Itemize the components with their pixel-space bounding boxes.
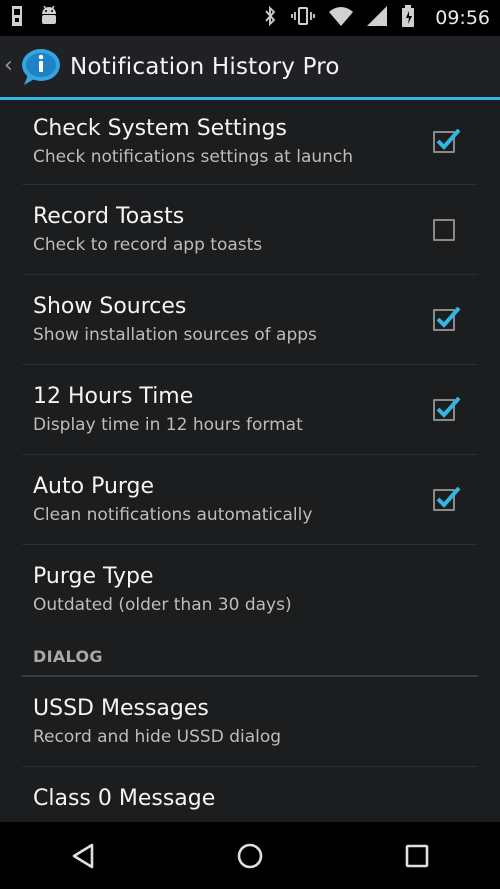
pref-summary: Check to record app toasts	[33, 234, 263, 255]
clock: 09:56	[435, 7, 490, 29]
pref-title: 12 Hours Time	[33, 383, 194, 409]
checkbox-checked[interactable]	[433, 396, 461, 421]
navigation-bar	[0, 822, 500, 889]
home-icon[interactable]	[220, 826, 280, 886]
pref-record-toasts[interactable]: Record Toasts Check to record app toasts	[22, 185, 478, 275]
pref-title: Purge Type	[33, 564, 154, 589]
pref-summary: Record and hide USSD dialog	[33, 726, 282, 747]
vibrate-icon	[291, 6, 316, 30]
signal-icon	[367, 6, 388, 30]
pref-summary: Show installation sources of apps	[33, 324, 317, 345]
page-title: Notification History Pro	[70, 53, 340, 80]
pref-summary: Outdated (older than 30 days)	[33, 595, 292, 615]
pref-summary: Display time in 12 hours format	[33, 414, 303, 435]
recents-icon[interactable]	[387, 826, 447, 886]
pref-check-system-settings[interactable]: Check System Settings Check notification…	[22, 100, 478, 185]
sd-card-icon	[10, 6, 24, 30]
bluetooth-icon	[263, 5, 277, 30]
pref-class-0-message[interactable]: Class 0 Message	[22, 767, 478, 822]
checkbox-unchecked[interactable]	[433, 218, 455, 241]
battery-icon	[401, 5, 415, 31]
preferences-list[interactable]: Check System Settings Check notification…	[0, 100, 500, 822]
pref-title: Class 0 Message	[33, 786, 216, 811]
pref-ussd-messages[interactable]: USSD Messages Record and hide USSD dialo…	[22, 677, 478, 767]
up-navigation-icon[interactable]: ‹	[4, 53, 18, 78]
wifi-icon	[329, 6, 354, 30]
pref-title: Record Toasts	[33, 203, 185, 229]
checkbox-checked[interactable]	[433, 306, 461, 331]
status-bar: 09:56	[0, 0, 500, 36]
android-icon	[38, 5, 60, 31]
pref-title: Show Sources	[33, 293, 187, 319]
pref-12-hours-time[interactable]: 12 Hours Time Display time in 12 hours f…	[22, 365, 478, 455]
action-bar: ‹ Notification History Pro	[0, 36, 500, 100]
pref-show-sources[interactable]: Show Sources Show installation sources o…	[22, 275, 478, 365]
pref-title: USSD Messages	[33, 695, 209, 721]
checkbox-checked[interactable]	[433, 128, 461, 153]
category-header-dialog: DIALOG	[22, 635, 478, 677]
pref-title: Auto Purge	[33, 473, 155, 499]
app-logo-icon[interactable]	[18, 45, 62, 89]
pref-summary: Clean notifications automatically	[33, 504, 313, 525]
pref-purge-type[interactable]: Purge Type Outdated (older than 30 days)	[22, 545, 478, 635]
checkbox-checked[interactable]	[433, 486, 461, 511]
back-icon[interactable]	[53, 826, 113, 886]
pref-summary: Check notifications settings at launch	[33, 147, 354, 167]
pref-auto-purge[interactable]: Auto Purge Clean notifications automatic…	[22, 455, 478, 545]
pref-title: Check System Settings	[33, 116, 287, 141]
